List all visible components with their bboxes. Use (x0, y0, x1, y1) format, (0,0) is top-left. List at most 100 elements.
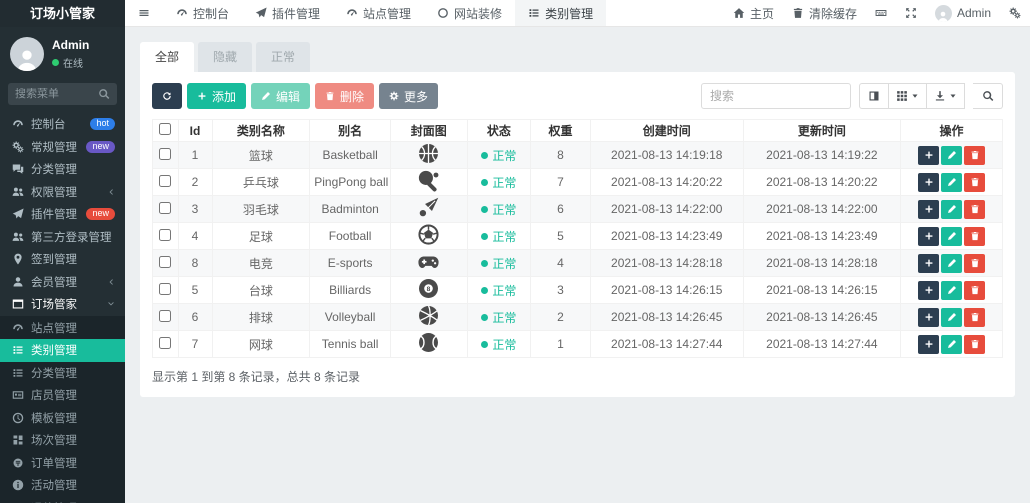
row-delete-button[interactable] (964, 146, 985, 165)
column-header[interactable]: 权重 (531, 120, 591, 142)
sidebar-item[interactable]: 签到管理 (0, 248, 125, 271)
row-edit-button[interactable] (941, 308, 962, 327)
top-navbar: 控制台插件管理站点管理网站装修类别管理 主页清除缓存 Admin (125, 0, 1030, 27)
row-delete-button[interactable] (964, 281, 985, 300)
row-add-button[interactable] (918, 308, 939, 327)
row-add-button[interactable] (918, 146, 939, 165)
sidebar-subitem[interactable]: 订单管理 (0, 452, 125, 475)
table-row: 1篮球Basketball正常82021-08-13 14:19:182021-… (153, 142, 1003, 169)
topnav-tab[interactable]: 类别管理 (515, 0, 606, 26)
sidebar-item[interactable]: 权限管理 (0, 181, 125, 204)
language-button[interactable] (866, 0, 896, 26)
filter-tab[interactable]: 全部 (140, 42, 194, 72)
pencil-icon (947, 177, 957, 187)
sidebar-subitem[interactable]: 模板管理 (0, 407, 125, 430)
table-search-input[interactable] (701, 83, 851, 109)
row-edit-button[interactable] (941, 200, 962, 219)
row-alias: Tennis ball (310, 331, 391, 358)
row-delete-button[interactable] (964, 173, 985, 192)
topnav-tab[interactable]: 网站装修 (424, 0, 515, 26)
row-checkbox[interactable] (159, 256, 171, 268)
row-checkbox[interactable] (159, 229, 171, 241)
row-delete-button[interactable] (964, 335, 985, 354)
row-add-button[interactable] (918, 281, 939, 300)
sidebar-subitem[interactable]: 类别管理 (0, 339, 125, 362)
column-header[interactable]: Id (178, 120, 212, 142)
sidebar-item[interactable]: 常规管理new (0, 136, 125, 159)
home-link[interactable]: 主页 (724, 0, 783, 26)
row-checkbox[interactable] (159, 148, 171, 160)
table-row: 4足球Football正常52021-08-13 14:23:492021-08… (153, 223, 1003, 250)
row-add-button[interactable] (918, 173, 939, 192)
topnav-tab[interactable]: 插件管理 (242, 0, 333, 26)
column-header[interactable]: 封面图 (391, 120, 468, 142)
fullscreen-button[interactable] (896, 0, 926, 26)
row-add-button[interactable] (918, 254, 939, 273)
menu-icon[interactable] (125, 7, 163, 19)
toggle-view-button[interactable] (859, 83, 889, 109)
columns-button[interactable] (889, 83, 927, 109)
edit-button[interactable]: 编辑 (251, 83, 310, 109)
row-edit-button[interactable] (941, 254, 962, 273)
row-add-button[interactable] (918, 335, 939, 354)
column-header[interactable]: 别名 (310, 120, 391, 142)
table-row: 3羽毛球Badminton正常62021-08-13 14:22:002021-… (153, 196, 1003, 223)
column-header[interactable]: 创建时间 (590, 120, 743, 142)
sidebar-subitem[interactable]: 退款管理 (0, 497, 125, 503)
list-icon (528, 7, 540, 19)
row-checkbox[interactable] (159, 175, 171, 187)
refresh-button[interactable] (152, 83, 182, 109)
row-checkbox[interactable] (159, 202, 171, 214)
sidebar-subitem[interactable]: 分类管理 (0, 362, 125, 385)
more-button[interactable]: 更多 (379, 83, 438, 109)
topnav-tab[interactable]: 站点管理 (333, 0, 424, 26)
row-edit-button[interactable] (941, 335, 962, 354)
users-icon (12, 231, 24, 243)
row-add-button[interactable] (918, 227, 939, 246)
row-delete-button[interactable] (964, 254, 985, 273)
row-add-button[interactable] (918, 200, 939, 219)
clear-cache-link[interactable]: 清除缓存 (783, 0, 866, 26)
sidebar-item[interactable]: 会员管理 (0, 271, 125, 294)
sidebar-search-input[interactable] (15, 88, 98, 100)
settings-button[interactable] (1000, 0, 1030, 26)
sidebar-subitem[interactable]: 活动管理 (0, 474, 125, 497)
add-button[interactable]: 添加 (187, 83, 246, 109)
row-id: 3 (178, 196, 212, 223)
sidebar-item[interactable]: 订场管家 (0, 293, 125, 316)
row-checkbox[interactable] (159, 283, 171, 295)
user-menu[interactable]: Admin (926, 0, 1000, 26)
filter-tab[interactable]: 正常 (256, 42, 310, 72)
delete-button[interactable]: 删除 (315, 83, 374, 109)
row-checkbox[interactable] (159, 310, 171, 322)
sidebar-subitem[interactable]: 店员管理 (0, 384, 125, 407)
row-checkbox[interactable] (159, 337, 171, 349)
sidebar-item[interactable]: 插件管理new (0, 203, 125, 226)
row-delete-button[interactable] (964, 227, 985, 246)
search-button[interactable] (973, 83, 1003, 109)
plus-icon (924, 177, 934, 187)
plus-icon (924, 204, 934, 214)
topnav-tab[interactable]: 控制台 (163, 0, 242, 26)
sidebar-item[interactable]: 控制台hot (0, 113, 125, 136)
row-edit-button[interactable] (941, 281, 962, 300)
row-edit-button[interactable] (941, 173, 962, 192)
column-header[interactable]: 状态 (467, 120, 531, 142)
column-header[interactable]: 更新时间 (743, 120, 900, 142)
select-all-checkbox[interactable] (159, 123, 171, 135)
row-edit-button[interactable] (941, 146, 962, 165)
column-header[interactable]: 类别名称 (212, 120, 310, 142)
row-delete-button[interactable] (964, 308, 985, 327)
row-edit-button[interactable] (941, 227, 962, 246)
sidebar-item[interactable]: 第三方登录管理 (0, 226, 125, 249)
export-button[interactable] (927, 83, 965, 109)
filter-tab[interactable]: 隐藏 (198, 42, 252, 72)
sidebar-subitem[interactable]: 站点管理 (0, 317, 125, 340)
sidebar-subitem[interactable]: 场次管理 (0, 429, 125, 452)
row-delete-button[interactable] (964, 200, 985, 219)
sidebar-item[interactable]: 分类管理 (0, 158, 125, 181)
row-created: 2021-08-13 14:27:44 (590, 331, 743, 358)
badminton-icon (417, 196, 440, 219)
column-header[interactable]: 操作 (901, 120, 1003, 142)
status-dot (481, 152, 488, 159)
